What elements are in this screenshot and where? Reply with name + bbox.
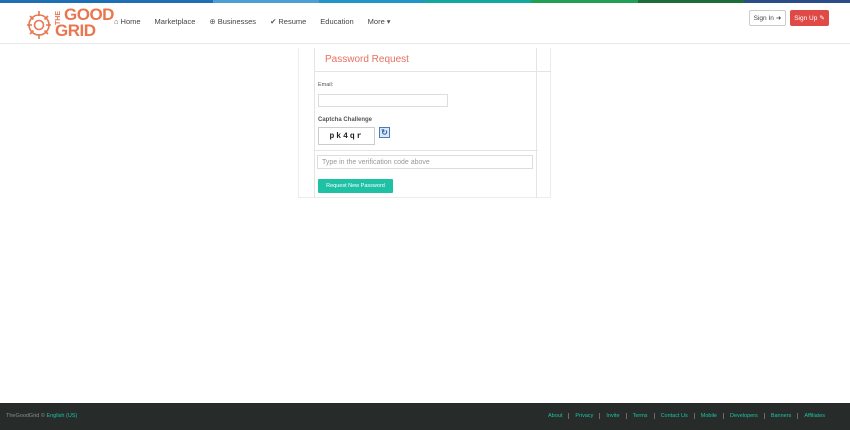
nav-home[interactable]: ⌂ Home bbox=[114, 17, 141, 26]
page-title: Password Request bbox=[325, 54, 409, 65]
footer-link-contact[interactable]: Contact Us bbox=[653, 413, 694, 419]
footer-link-about[interactable]: About bbox=[542, 413, 568, 419]
external-edit-icon: ✎ bbox=[819, 15, 825, 22]
footer-link-developers[interactable]: Developers bbox=[722, 413, 764, 419]
footer-link-mobile[interactable]: Mobile bbox=[693, 413, 723, 419]
home-icon: ⌂ bbox=[114, 17, 119, 26]
site-header: THE GOOD GRID ⌂ Home Marketplace ⊕ Busin… bbox=[0, 3, 850, 44]
sign-in-button[interactable]: Sign In ➜ bbox=[749, 10, 786, 26]
footer-link-privacy[interactable]: Privacy bbox=[568, 413, 599, 419]
footer-link-banners[interactable]: Banners bbox=[763, 413, 798, 419]
footer-link-terms[interactable]: Terms bbox=[625, 413, 654, 419]
nav-more[interactable]: More ▾ bbox=[368, 17, 391, 26]
nav-education[interactable]: Education bbox=[320, 17, 353, 26]
email-field[interactable] bbox=[318, 94, 448, 107]
gear-logo-icon bbox=[27, 11, 51, 39]
site-footer: TheGoodGrid © English (US) About Privacy… bbox=[0, 403, 850, 430]
logo[interactable]: THE GOOD GRID bbox=[25, 6, 114, 43]
footer-link-invite[interactable]: Invite bbox=[599, 413, 625, 419]
logo-good: GOOD bbox=[64, 5, 114, 24]
logo-grid: GRID bbox=[55, 21, 96, 40]
globe-icon: ⊕ bbox=[209, 17, 216, 26]
language-selector[interactable]: English (US) bbox=[46, 413, 77, 419]
password-request-card: Password Request Email: Captcha Challeng… bbox=[298, 48, 551, 198]
nav-marketplace[interactable]: Marketplace bbox=[155, 17, 196, 26]
request-new-password-button[interactable]: Request New Password bbox=[318, 179, 393, 193]
sign-in-label: Sign In bbox=[753, 14, 774, 22]
verification-placeholder: Type in the verification code above bbox=[322, 158, 430, 166]
form-panel: Password Request Email: Captcha Challeng… bbox=[314, 48, 551, 198]
title-divider bbox=[315, 71, 551, 72]
footer-link-affiliates[interactable]: Affiliates bbox=[797, 413, 831, 419]
captcha-label: Captcha Challenge bbox=[318, 117, 373, 123]
captcha-divider bbox=[315, 150, 538, 151]
sign-up-button[interactable]: Sign Up ✎ bbox=[790, 10, 829, 26]
refresh-captcha-icon[interactable]: ↻ bbox=[379, 127, 390, 138]
nav-businesses-label: Businesses bbox=[217, 17, 257, 26]
footer-brand: TheGoodGrid © bbox=[6, 413, 45, 419]
captcha-image: pk4qr bbox=[318, 127, 375, 145]
nav-resume-label: Resume bbox=[278, 17, 307, 26]
main-nav: ⌂ Home Marketplace ⊕ Businesses ✔ Resume… bbox=[114, 17, 405, 26]
nav-businesses[interactable]: ⊕ Businesses bbox=[209, 17, 256, 26]
nav-home-label: Home bbox=[120, 17, 141, 26]
footer-copyright: TheGoodGrid © English (US) bbox=[6, 413, 77, 419]
nav-more-label: More bbox=[367, 17, 385, 26]
email-label: Email: bbox=[318, 82, 334, 88]
sign-up-label: Sign Up bbox=[794, 14, 818, 22]
check-icon: ✔ bbox=[270, 17, 277, 26]
caret-down-icon: ▾ bbox=[386, 17, 391, 26]
verification-code-input[interactable]: Type in the verification code above bbox=[317, 155, 533, 169]
nav-resume[interactable]: ✔ Resume bbox=[270, 17, 306, 26]
footer-links: About Privacy Invite Terms Contact Us Mo… bbox=[542, 413, 831, 419]
nav-marketplace-label: Marketplace bbox=[154, 17, 196, 26]
sign-in-icon: ➜ bbox=[775, 15, 782, 22]
nav-education-label: Education bbox=[320, 17, 354, 26]
